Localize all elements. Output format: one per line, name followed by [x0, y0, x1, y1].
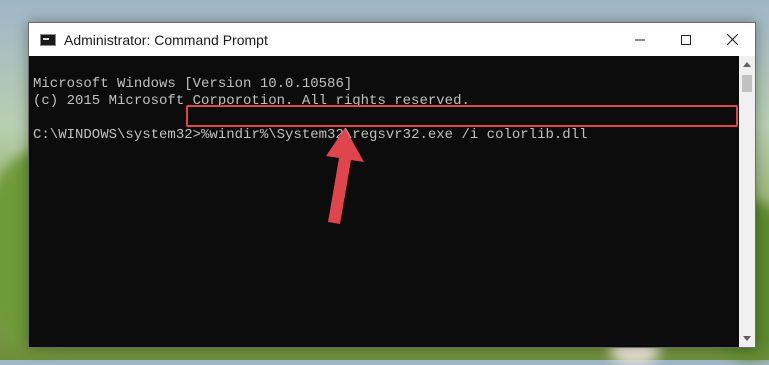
window-title: Administrator: Command Prompt — [64, 32, 268, 48]
maximize-icon — [681, 34, 691, 45]
red-arrow-icon — [326, 128, 364, 224]
command-line: C:\WINDOWS\system32>%windir%\System32\re… — [33, 127, 739, 144]
console-line: Microsoft Windows [Version 10.0.10586] — [33, 76, 353, 92]
scroll-up-button[interactable] — [739, 56, 755, 73]
scroll-up-icon — [743, 62, 751, 67]
scroll-down-icon — [743, 336, 751, 341]
title-bar[interactable]: Administrator: Command Prompt — [29, 23, 755, 56]
close-icon — [726, 34, 738, 45]
console-prompt: C:\WINDOWS\system32> — [33, 127, 202, 143]
command-prompt-window: Administrator: Command Prompt Microsoft … — [28, 22, 756, 348]
maximize-button[interactable] — [663, 23, 709, 56]
console-command: %windir%\System32\regsvr32.exe /i colorl… — [201, 127, 588, 143]
scroll-thumb[interactable] — [742, 75, 752, 92]
minimize-button[interactable] — [617, 23, 663, 56]
close-button[interactable] — [709, 23, 755, 56]
vertical-scrollbar[interactable] — [739, 56, 755, 347]
minimize-icon — [635, 39, 645, 40]
command-highlight-box — [186, 105, 738, 127]
console-output[interactable]: Microsoft Windows [Version 10.0.10586] (c… — [29, 56, 739, 347]
scroll-down-button[interactable] — [739, 330, 755, 347]
cmd-icon — [40, 34, 56, 46]
